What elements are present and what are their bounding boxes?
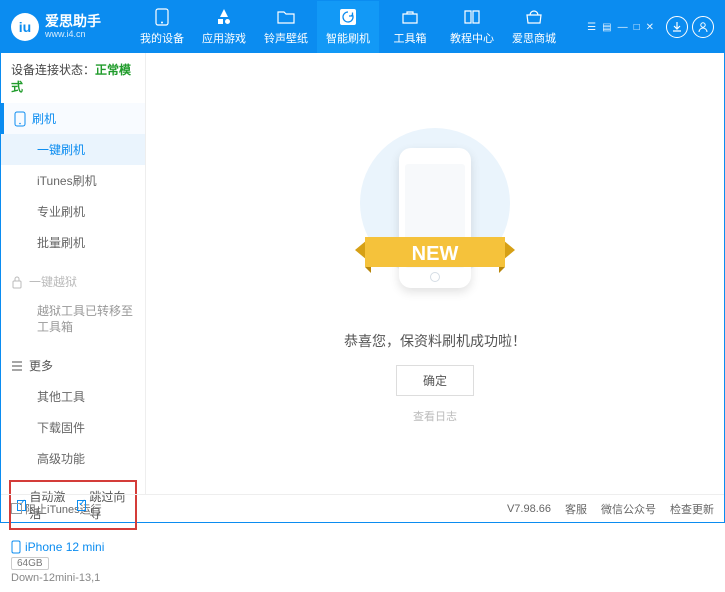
refresh-icon bbox=[339, 8, 357, 26]
titlebar-right: ☰ ▤ — □ ✕ bbox=[587, 16, 714, 38]
book-icon bbox=[463, 8, 481, 26]
ok-button[interactable]: 确定 bbox=[396, 365, 474, 396]
main-nav: 我的设备 应用游戏 铃声壁纸 智能刷机 工具箱 教程中心 bbox=[131, 1, 587, 53]
titlebar: iu 爱思助手 www.i4.cn 我的设备 应用游戏 铃声壁纸 智能刷机 bbox=[1, 1, 724, 53]
sidebar-section-more[interactable]: 更多 bbox=[1, 350, 145, 381]
sidebar-section-jailbreak[interactable]: 一键越狱 bbox=[1, 266, 145, 297]
main-panel: NEW 恭喜您，保资料刷机成功啦！ 确定 查看日志 bbox=[146, 53, 724, 494]
brand-url: www.i4.cn bbox=[45, 30, 101, 40]
body: 设备连接状态：正常模式 刷机 一键刷机 iTunes刷机 专业刷机 批量刷机 一… bbox=[1, 53, 724, 494]
nav-my-device[interactable]: 我的设备 bbox=[131, 1, 193, 53]
logo-icon: iu bbox=[11, 13, 39, 41]
footer-links: 客服 微信公众号 检查更新 bbox=[565, 501, 714, 517]
footer-link-wechat[interactable]: 微信公众号 bbox=[601, 501, 656, 517]
nav-smart-flash[interactable]: 智能刷机 bbox=[317, 1, 379, 53]
jailbreak-note: 越狱工具已转移至 工具箱 bbox=[1, 297, 145, 342]
nav-ringtones[interactable]: 铃声壁纸 bbox=[255, 1, 317, 53]
menu-icon[interactable]: ☰ bbox=[587, 22, 596, 33]
apps-icon bbox=[215, 8, 233, 26]
brand-name: 爱思助手 bbox=[45, 14, 101, 29]
window-controls: ☰ ▤ — □ ✕ bbox=[587, 22, 654, 33]
nav-toolbox[interactable]: 工具箱 bbox=[379, 1, 441, 53]
user-button[interactable] bbox=[692, 16, 714, 38]
success-message: 恭喜您，保资料刷机成功啦！ bbox=[344, 331, 526, 351]
folder-icon bbox=[277, 8, 295, 26]
footer-link-update[interactable]: 检查更新 bbox=[670, 501, 714, 517]
sidebar-item-advanced[interactable]: 高级功能 bbox=[1, 443, 145, 474]
phone-icon bbox=[14, 111, 26, 127]
store-icon bbox=[525, 8, 543, 26]
minimize-icon[interactable]: — bbox=[618, 22, 628, 33]
sidebar-section-flash[interactable]: 刷机 bbox=[1, 103, 145, 134]
footer: 阻止iTunes运行 V7.98.66 客服 微信公众号 检查更新 bbox=[1, 494, 724, 522]
app-window: iu 爱思助手 www.i4.cn 我的设备 应用游戏 铃声壁纸 智能刷机 bbox=[0, 0, 725, 523]
pin-icon[interactable]: ▤ bbox=[602, 22, 611, 33]
phone-icon bbox=[153, 8, 171, 26]
list-icon bbox=[11, 361, 23, 371]
device-firmware: Down-12mini-13,1 bbox=[11, 572, 135, 584]
lock-icon bbox=[11, 275, 23, 289]
nav-apps[interactable]: 应用游戏 bbox=[193, 1, 255, 53]
new-ribbon: NEW bbox=[355, 232, 515, 278]
view-log-link[interactable]: 查看日志 bbox=[413, 408, 457, 424]
sidebar-item-other-tools[interactable]: 其他工具 bbox=[1, 381, 145, 412]
nav-store[interactable]: 爱思商城 bbox=[503, 1, 565, 53]
version-label: V7.98.66 bbox=[507, 503, 551, 515]
success-illustration: NEW bbox=[350, 123, 520, 313]
footer-link-support[interactable]: 客服 bbox=[565, 501, 587, 517]
close-icon[interactable]: ✕ bbox=[646, 22, 654, 33]
svg-text:NEW: NEW bbox=[412, 243, 459, 265]
phone-icon bbox=[11, 540, 21, 554]
sidebar-item-oneclick-flash[interactable]: 一键刷机 bbox=[1, 134, 145, 165]
logo: iu 爱思助手 www.i4.cn bbox=[11, 13, 131, 41]
sidebar-item-batch-flash[interactable]: 批量刷机 bbox=[1, 227, 145, 258]
connection-status: 设备连接状态：正常模式 bbox=[1, 53, 145, 103]
nav-tutorials[interactable]: 教程中心 bbox=[441, 1, 503, 53]
maximize-icon[interactable]: □ bbox=[634, 22, 640, 33]
device-name: iPhone 12 mini bbox=[11, 540, 135, 554]
toolbox-icon bbox=[401, 8, 419, 26]
download-button[interactable] bbox=[666, 16, 688, 38]
device-card[interactable]: iPhone 12 mini 64GB Down-12mini-13,1 bbox=[1, 536, 145, 592]
sidebar-item-download-fw[interactable]: 下载固件 bbox=[1, 412, 145, 443]
sidebar-item-pro-flash[interactable]: 专业刷机 bbox=[1, 196, 145, 227]
device-capacity: 64GB bbox=[11, 557, 49, 570]
sidebar: 设备连接状态：正常模式 刷机 一键刷机 iTunes刷机 专业刷机 批量刷机 一… bbox=[1, 53, 146, 494]
sidebar-item-itunes-flash[interactable]: iTunes刷机 bbox=[1, 165, 145, 196]
